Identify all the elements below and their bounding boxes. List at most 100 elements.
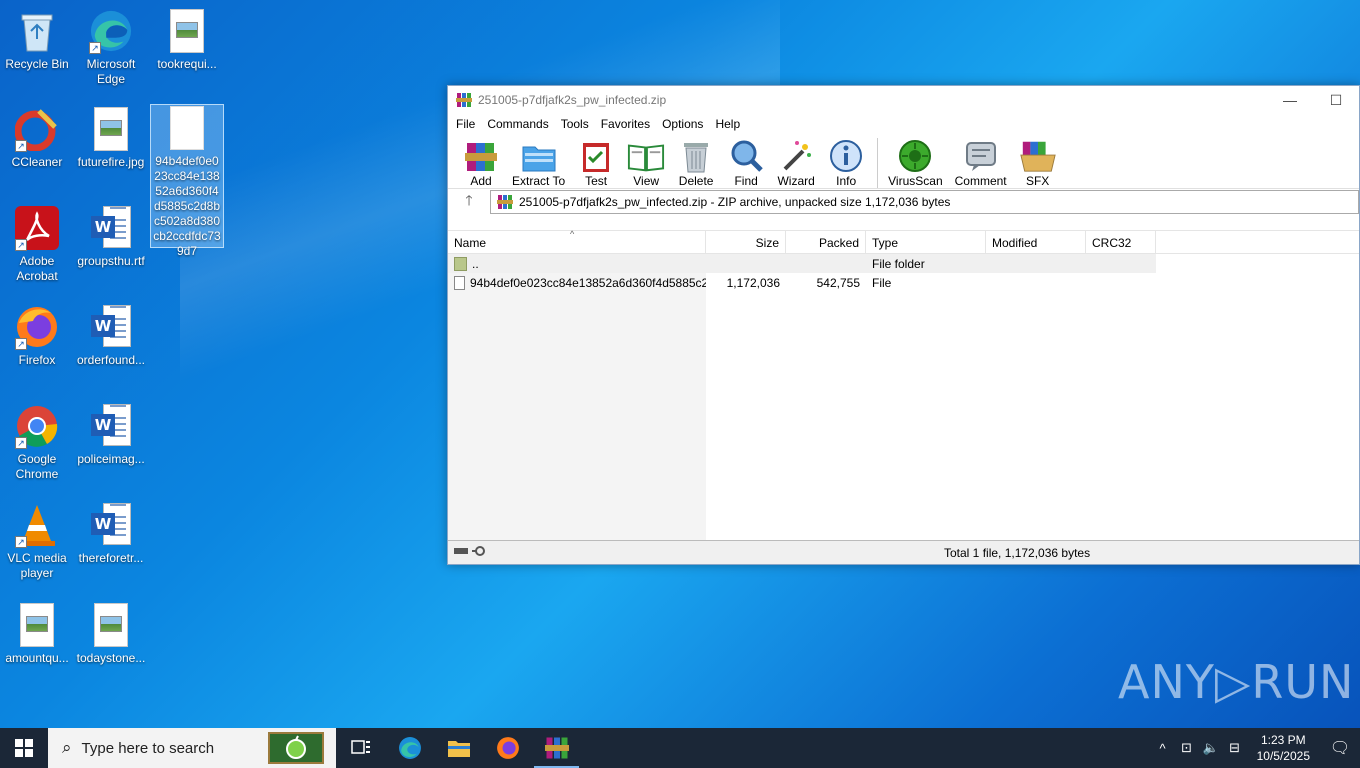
desktop-icon-futurefire[interactable]: futurefire.jpg	[74, 106, 148, 170]
add-archive-icon	[462, 138, 500, 174]
wizard-wand-icon	[777, 138, 815, 174]
window-title: 251005-p7dfjafk2s_pw_infected.zip	[478, 93, 667, 107]
clock-date: 10/5/2025	[1256, 749, 1310, 763]
start-button[interactable]	[0, 728, 48, 768]
menu-file[interactable]: File	[456, 117, 475, 131]
desktop-icon-thereforetr[interactable]: W thereforetr...	[74, 502, 148, 566]
address-bar: 🡑 251005-p7dfjafk2s_pw_infected.zip - ZI…	[448, 188, 1359, 214]
desktop-icon-label: VLC media player	[7, 551, 67, 580]
search-icon: ⌕	[62, 738, 72, 757]
column-header-type[interactable]: Type	[866, 231, 986, 253]
taskbar-winrar[interactable]	[532, 728, 581, 768]
menu-tools[interactable]: Tools	[561, 117, 589, 131]
desktop-icon-tookrequi[interactable]: tookrequi...	[150, 8, 224, 72]
desktop-icon-vlc[interactable]: ↗ VLC media player	[0, 502, 74, 581]
virusscan-button[interactable]: VirusScan	[888, 138, 943, 188]
microsoft-edge-icon	[398, 737, 421, 759]
column-header-modified[interactable]: Modified	[986, 231, 1086, 253]
google-chrome-icon: ↗	[15, 403, 59, 449]
maximize-button[interactable]: ☐	[1313, 86, 1359, 114]
view-button[interactable]: View	[627, 138, 665, 188]
desktop-icon-recycle-bin[interactable]: Recycle Bin	[0, 8, 74, 72]
comment-button[interactable]: Comment	[955, 138, 1007, 188]
trash-can-icon	[677, 138, 715, 174]
desktop-icon-amountqu[interactable]: amountqu...	[0, 602, 74, 666]
search-highlight-image	[268, 732, 324, 764]
network-icon[interactable]: ⊟	[1223, 740, 1247, 756]
clock[interactable]: 1:23 PM 10/5/2025	[1247, 732, 1320, 764]
chevron-up-icon[interactable]: ^	[1151, 741, 1175, 756]
test-button[interactable]: Test	[577, 138, 615, 188]
desktop-icon-microsoft-edge[interactable]: ↗ Microsoft Edge	[74, 8, 148, 87]
find-button[interactable]: Find	[727, 138, 765, 188]
desktop-icon-firefox[interactable]: ↗ Firefox	[0, 304, 74, 368]
extract-to-button[interactable]: Extract To	[512, 138, 565, 188]
table-row[interactable]: 94b4def0e023cc84e13852a6d360f4d5885c2...…	[448, 273, 1359, 292]
desktop-icon-extracted-file[interactable]: 94b4def0e023cc84e13852a6d360f4d5885c2d8b…	[150, 104, 224, 258]
volume-icon[interactable]: 🔈	[1199, 740, 1223, 756]
desktop-icon-ccleaner[interactable]: ↗ CCleaner	[0, 106, 74, 170]
status-drive-icons[interactable]	[448, 546, 938, 559]
table-row[interactable]: .. File folder	[448, 254, 1156, 273]
taskbar-firefox[interactable]	[483, 728, 532, 768]
word-document-icon: W	[89, 403, 133, 449]
delete-button[interactable]: Delete	[677, 138, 715, 188]
file-rows: .. File folder 94b4def0e023cc84e13852a6d…	[448, 254, 1359, 540]
menu-options[interactable]: Options	[662, 117, 703, 131]
desktop-icon-label: Adobe Acrobat	[16, 254, 58, 283]
row-type: File folder	[872, 256, 925, 271]
archive-path-field[interactable]: 251005-p7dfjafk2s_pw_infected.zip - ZIP …	[490, 189, 1359, 214]
menu-commands[interactable]: Commands	[487, 117, 548, 131]
minimize-button[interactable]: —	[1267, 86, 1313, 114]
file-explorer-icon	[447, 741, 470, 757]
virus-scan-icon	[896, 138, 934, 174]
taskbar-search-box[interactable]: ⌕ Type here to search	[48, 728, 336, 768]
row-size: 1,172,036	[726, 275, 780, 290]
sfx-button[interactable]: SFX	[1019, 138, 1057, 188]
notification-icon[interactable]: 🗨	[1320, 738, 1360, 758]
vlc-cone-icon: ↗	[15, 502, 59, 548]
desktop-icon-label: CCleaner	[11, 155, 63, 169]
wizard-label: Wizard	[777, 174, 815, 188]
add-label: Add	[470, 174, 492, 188]
extract-folder-icon	[520, 138, 558, 174]
menu-favorites[interactable]: Favorites	[601, 117, 650, 131]
comment-label: Comment	[954, 174, 1007, 188]
desktop-icon-policeimag[interactable]: W policeimag...	[74, 403, 148, 467]
drive-key-icon	[454, 546, 485, 556]
info-button[interactable]: Info	[827, 138, 865, 188]
shortcut-arrow-icon: ↗	[15, 437, 27, 449]
desktop-icon-todaystone[interactable]: todaystone...	[74, 602, 148, 666]
wizard-button[interactable]: Wizard	[777, 138, 815, 188]
toolbar-separator	[877, 138, 879, 188]
title-bar[interactable]: 251005-p7dfjafk2s_pw_infected.zip — ☐	[448, 86, 1359, 114]
meet-now-icon[interactable]: ⊡	[1175, 740, 1199, 756]
menu-help[interactable]: Help	[715, 117, 740, 131]
winrar-icon	[456, 93, 472, 107]
add-button[interactable]: Add	[462, 138, 500, 188]
extract-to-label: Extract To	[512, 174, 566, 188]
sfx-box-icon	[1019, 138, 1057, 174]
taskbar-edge[interactable]	[385, 728, 434, 768]
folder-up-icon	[454, 256, 467, 271]
recycle-bin-icon	[15, 8, 59, 54]
desktop-icon-label: Microsoft Edge	[86, 57, 136, 86]
desktop-icon-orderfound[interactable]: W orderfound...	[74, 304, 148, 368]
desktop-icon-label: tookrequi...	[157, 57, 217, 71]
system-tray: ^ ⊡ 🔈 ⊟ 1:23 PM 10/5/2025 🗨	[1151, 728, 1360, 768]
desktop-icon-google-chrome[interactable]: ↗ Google Chrome	[0, 403, 74, 482]
column-header-crc32[interactable]: CRC32	[1086, 231, 1156, 253]
view-label: View	[633, 174, 660, 188]
desktop-icon-label: thereforetr...	[78, 551, 144, 565]
up-arrow-icon[interactable]: 🡑	[448, 190, 490, 214]
menu-bar: File Commands Tools Favorites Options He…	[448, 114, 1359, 134]
virusscan-label: VirusScan	[888, 174, 943, 188]
task-view-button[interactable]	[336, 728, 385, 768]
column-header-name[interactable]: Name ^	[448, 229, 706, 253]
desktop-icon-adobe-acrobat[interactable]: ↗ Adobe Acrobat	[0, 205, 74, 284]
column-header-packed[interactable]: Packed	[786, 231, 866, 253]
taskbar-file-explorer[interactable]	[434, 728, 483, 768]
column-header-size[interactable]: Size	[706, 231, 786, 253]
desktop-icon-label: futurefire.jpg	[77, 155, 145, 169]
desktop-icon-groupsthu[interactable]: W groupsthu.rtf	[74, 205, 148, 269]
